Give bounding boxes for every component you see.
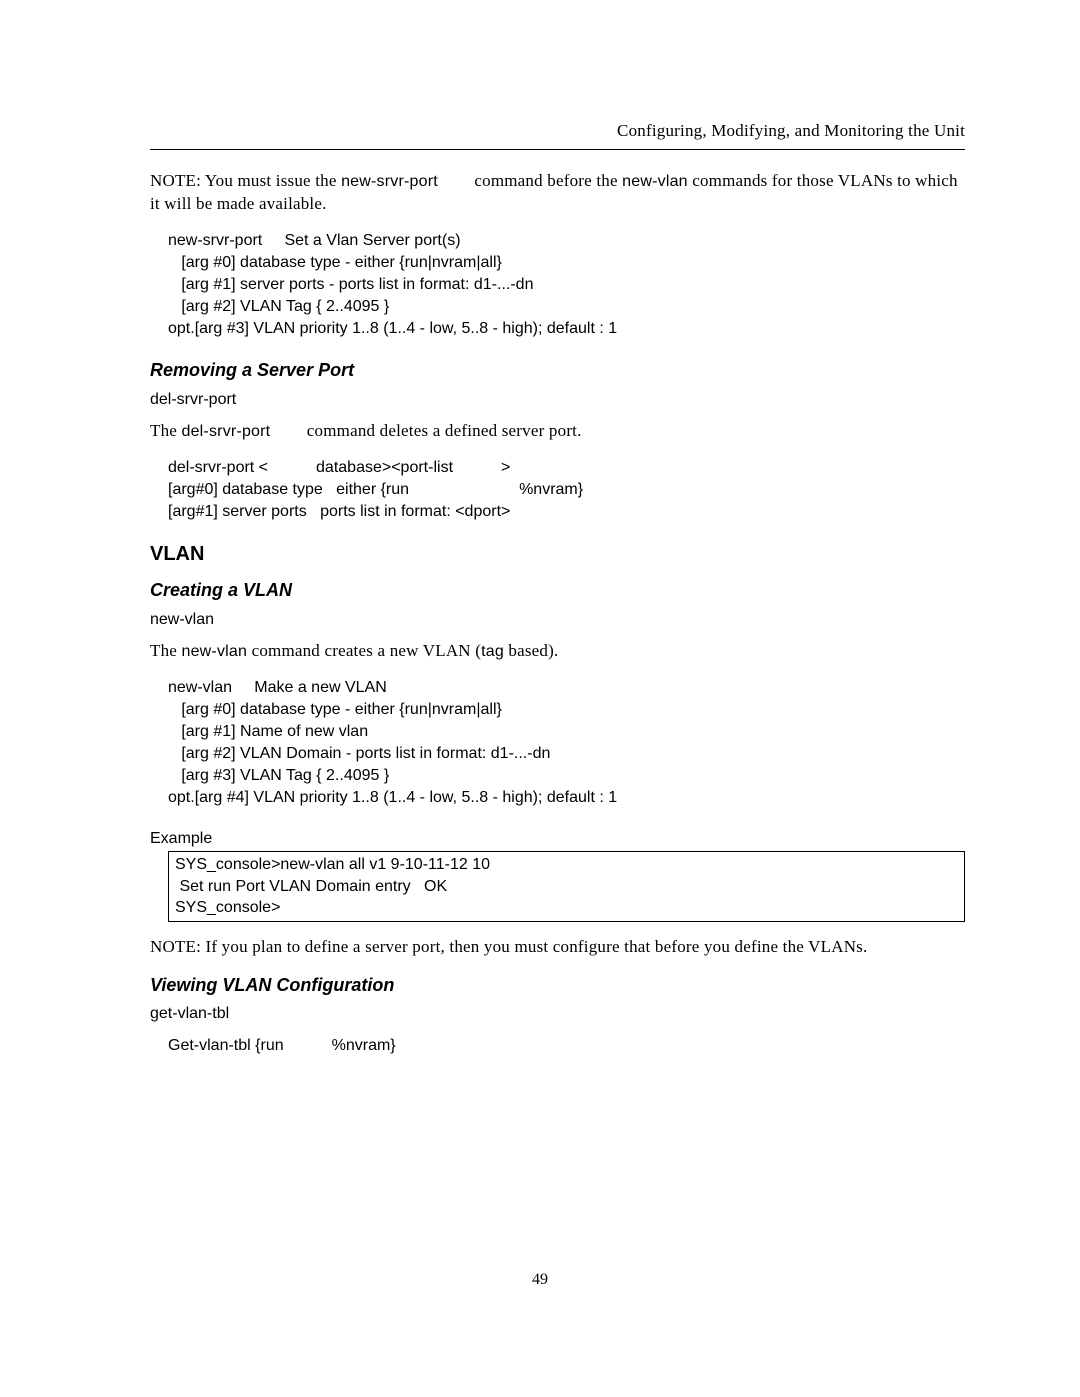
desc-new-vlan: The new-vlan command creates a new VLAN … <box>150 640 965 663</box>
heading-vlan: VLAN <box>150 541 965 568</box>
note1-mid1: command before the <box>470 171 622 190</box>
note-define-server-port: NOTE: If you plan to define a server por… <box>150 936 965 959</box>
removing-desc-pre: The <box>150 421 181 440</box>
note1-prefix: NOTE: You must issue the <box>150 171 341 190</box>
vlan-desc-pre: The <box>150 641 181 660</box>
page-content: Configuring, Modifying, and Monitoring t… <box>0 0 1080 1115</box>
running-header: Configuring, Modifying, and Monitoring t… <box>150 120 965 150</box>
cmd-new-vlan: new-vlan <box>150 609 965 631</box>
note1-cmd2: new-vlan <box>622 173 688 190</box>
example-label: Example <box>150 828 965 850</box>
vlan-desc-mid: command creates a new VLAN ( <box>247 641 481 660</box>
heading-viewing-vlan-config: Viewing VLAN Configuration <box>150 973 965 997</box>
cmd-del-srvr-port: del-srvr-port <box>150 389 965 411</box>
example-box: SYS_console>new-vlan all v1 9-10-11-12 1… <box>168 851 965 922</box>
note1-cmd1: new-srvr-port <box>341 173 438 190</box>
code-new-vlan: new-vlan Make a new VLAN [arg #0] databa… <box>168 677 965 809</box>
cmd-get-vlan-tbl: get-vlan-tbl <box>150 1003 965 1025</box>
removing-desc-cmd: del-srvr-port <box>181 423 270 440</box>
code-get-vlan-tbl: Get-vlan-tbl {run%nvram} <box>168 1035 965 1057</box>
vlan-desc-tag: tag <box>481 643 504 660</box>
heading-removing-server-port: Removing a Server Port <box>150 358 965 382</box>
heading-creating-vlan: Creating a VLAN <box>150 578 965 602</box>
desc-del-srvr-port: The del-srvr-port command deletes a defi… <box>150 420 965 443</box>
page-number: 49 <box>0 1271 1080 1289</box>
note-new-srvr-port: NOTE: You must issue the new-srvr-port c… <box>150 170 965 216</box>
code-new-srvr-port: new-srvr-port Set a Vlan Server port(s) … <box>168 230 965 340</box>
code-del-srvr-port: del-srvr-port <database><port-list> [arg… <box>168 457 965 523</box>
vlan-desc-cmd: new-vlan <box>181 643 247 660</box>
removing-desc-post: command deletes a defined server port. <box>302 421 581 440</box>
vlan-desc-post: based). <box>504 641 558 660</box>
